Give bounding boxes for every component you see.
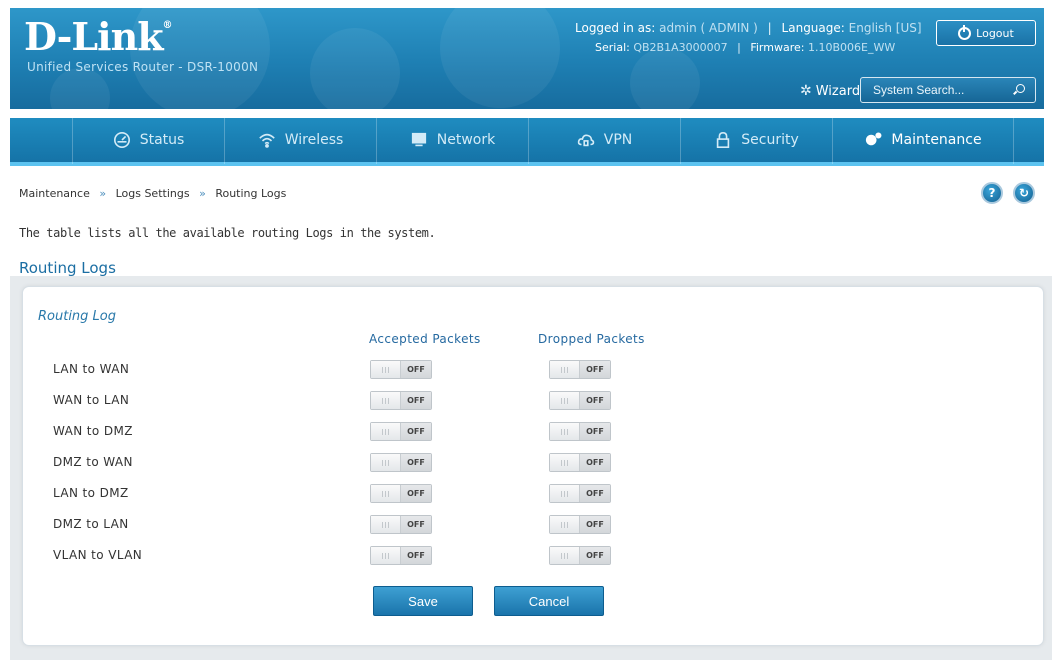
logged-in-user: admin ( ADMIN ) [659,21,758,35]
nav-item-maintenance[interactable]: Maintenance [832,116,1014,164]
page-title: Routing Logs [19,259,116,277]
breadcrumb-routing-logs: Routing Logs [215,187,287,200]
accepted-packets-toggle[interactable]: OFF [370,422,432,441]
toggle-state: OFF [580,547,610,564]
toggle-knob[interactable] [371,454,401,471]
toggle-knob[interactable] [371,392,401,409]
dropped-packets-toggle[interactable]: OFF [549,391,611,410]
app-header: D-Link® Unified Services Router - DSR-10… [10,8,1044,109]
firmware-version: 1.10B006E_WW [807,41,896,54]
help-icon[interactable]: ? [981,182,1003,204]
language-selector[interactable]: English [US] [849,21,922,35]
search-input[interactable] [873,83,1003,97]
toggle-knob[interactable] [550,392,580,409]
product-name: Unified Services Router - DSR-1000N [27,60,259,74]
nav-item-status[interactable]: Status [72,116,224,164]
dropped-packets-toggle[interactable]: OFF [549,422,611,441]
lock-icon [717,131,730,149]
dropped-packets-toggle[interactable]: OFF [549,360,611,379]
accepted-packets-toggle[interactable]: OFF [370,453,432,472]
system-search[interactable] [860,77,1036,103]
accepted-packets-toggle[interactable]: OFF [370,546,432,565]
toggle-knob[interactable] [371,516,401,533]
row-label: WAN to DMZ [53,424,133,438]
page-description: The table lists all the available routin… [19,226,436,240]
toggle-knob[interactable] [371,423,401,440]
main-nav: Status Wireless Network VPN Security Mai… [10,116,1044,166]
dlink-logo: D-Link® [24,14,173,59]
breadcrumb-maintenance[interactable]: Maintenance [19,187,90,200]
toggle-state: OFF [580,392,610,409]
accepted-packets-toggle[interactable]: OFF [370,484,432,503]
dashboard-icon [113,131,130,149]
dropped-packets-header: Dropped Packets [538,332,645,346]
panel-title: Routing Log [38,309,117,324]
toggle-knob[interactable] [371,361,401,378]
nav-item-vpn[interactable]: VPN [528,116,680,164]
logout-button[interactable]: Logout [936,20,1036,46]
cancel-button[interactable]: Cancel [494,586,604,616]
search-icon[interactable] [1016,84,1025,93]
session-info: Logged in as: admin ( ADMIN ) | Language… [575,21,922,35]
row-label: DMZ to LAN [53,517,129,531]
breadcrumb: Maintenance » Logs Settings » Routing Lo… [19,187,287,200]
toggle-state: OFF [580,361,610,378]
dropped-packets-toggle[interactable]: OFF [549,484,611,503]
refresh-icon[interactable]: ↻ [1013,182,1035,204]
accepted-packets-header: Accepted Packets [369,332,481,346]
device-info: Serial: QB2B1A3000007 | Firmware: 1.10B0… [595,41,896,54]
row-label: DMZ to WAN [53,455,133,469]
row-label: VLAN to VLAN [53,548,143,562]
toggle-state: OFF [401,361,431,378]
toggle-knob[interactable] [371,547,401,564]
nav-item-wireless[interactable]: Wireless [224,116,376,164]
toggle-knob[interactable] [550,423,580,440]
toggle-knob[interactable] [550,361,580,378]
toggle-state: OFF [401,423,431,440]
dropped-packets-toggle[interactable]: OFF [549,546,611,565]
toggle-knob[interactable] [550,516,580,533]
toggle-state: OFF [580,485,610,502]
toggle-knob[interactable] [550,547,580,564]
toggle-state: OFF [401,454,431,471]
toggle-knob[interactable] [550,454,580,471]
accepted-packets-toggle[interactable]: OFF [370,391,432,410]
toggle-state: OFF [401,392,431,409]
save-button[interactable]: Save [373,586,473,616]
toggle-state: OFF [580,516,610,533]
wifi-icon [258,133,275,148]
accepted-packets-toggle[interactable]: OFF [370,360,432,379]
dropped-packets-toggle[interactable]: OFF [549,453,611,472]
toggle-knob[interactable] [550,485,580,502]
cloud-lock-icon [577,134,594,147]
toggle-state: OFF [580,423,610,440]
monitor-icon [411,132,426,147]
toggle-state: OFF [401,485,431,502]
toggle-state: OFF [401,516,431,533]
row-label: WAN to LAN [53,393,130,407]
toggle-knob[interactable] [371,485,401,502]
routing-log-panel: Routing Log Accepted Packets Dropped Pac… [22,286,1044,646]
nav-item-network[interactable]: Network [376,116,528,164]
serial-number: QB2B1A3000007 [633,41,728,54]
breadcrumb-logs-settings[interactable]: Logs Settings [116,187,190,200]
magic-wand-icon: ✲ [800,83,812,99]
power-icon [958,24,972,40]
gears-icon [866,132,882,146]
row-label: LAN to DMZ [53,486,129,500]
toggle-state: OFF [580,454,610,471]
nav-item-security[interactable]: Security [680,116,832,164]
toggle-state: OFF [401,547,431,564]
accepted-packets-toggle[interactable]: OFF [370,515,432,534]
row-label: LAN to WAN [53,362,130,376]
dropped-packets-toggle[interactable]: OFF [549,515,611,534]
wizard-link[interactable]: ✲ Wizard [800,83,860,99]
